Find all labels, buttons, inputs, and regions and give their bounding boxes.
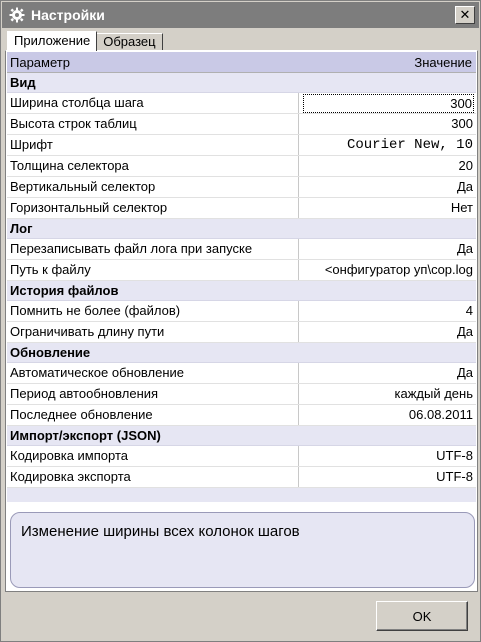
window-title: Настройки xyxy=(31,7,105,23)
description-panel: Изменение ширины всех колонок шагов xyxy=(10,512,475,588)
property-row[interactable]: Ограничивать длину пути Да xyxy=(7,322,476,343)
property-label: Путь к файлу xyxy=(7,260,299,280)
property-row[interactable]: Путь к файлу <онфигуратор уп\cop.log xyxy=(7,260,476,281)
property-row[interactable]: Перезаписывать файл лога при запуске Да xyxy=(7,239,476,260)
property-row[interactable]: Автоматическое обновление Да xyxy=(7,363,476,384)
property-value[interactable]: Нет xyxy=(299,198,476,218)
property-value[interactable]: Да xyxy=(299,177,476,197)
property-value[interactable]: 300 xyxy=(299,114,476,134)
property-row[interactable]: Кодировка экспорта UTF-8 xyxy=(7,467,476,488)
property-value[interactable]: каждый день xyxy=(299,384,476,404)
property-label: Перезаписывать файл лога при запуске xyxy=(7,239,299,259)
section-header[interactable]: Обновление xyxy=(7,343,476,363)
section-header[interactable]: Импорт/экспорт (JSON) xyxy=(7,426,476,446)
section-title: Обновление xyxy=(10,345,91,360)
ok-button[interactable]: OK xyxy=(376,601,468,631)
property-label: Автоматическое обновление xyxy=(7,363,299,383)
gear-icon xyxy=(8,6,26,24)
property-grid: Параметр Значение Вид Ширина столбца шага… xyxy=(7,52,476,502)
column-header-param[interactable]: Параметр xyxy=(7,52,299,72)
description-text: Изменение ширины всех колонок шагов xyxy=(21,523,300,540)
property-value[interactable]: Courier New, 10 xyxy=(299,135,476,155)
tab-strip: Приложение Образец xyxy=(7,31,163,51)
grid-header: Параметр Значение xyxy=(7,52,476,73)
property-label: Ширина столбца шага xyxy=(7,93,299,113)
tab-application[interactable]: Приложение xyxy=(7,31,98,51)
settings-window: Настройки ✕ Приложение Образец Параметр … xyxy=(0,0,481,642)
property-label: Шрифт xyxy=(7,135,299,155)
property-row[interactable]: Период автообновления каждый день xyxy=(7,384,476,405)
property-row[interactable]: Ширина столбца шага 300 xyxy=(7,93,476,114)
property-label: Горизонтальный селектор xyxy=(7,198,299,218)
property-value[interactable]: UTF-8 xyxy=(299,446,476,466)
property-label: Толщина селектора xyxy=(7,156,299,176)
section-header[interactable]: Вид xyxy=(7,73,476,93)
property-row[interactable]: Толщина селектора 20 xyxy=(7,156,476,177)
grid-body: Вид Ширина столбца шага 300 Высота строк та… xyxy=(7,73,476,488)
property-value[interactable]: 300 xyxy=(303,94,474,113)
property-value[interactable]: Да xyxy=(299,363,476,383)
column-header-value[interactable]: Значение xyxy=(299,52,476,72)
property-value[interactable]: UTF-8 xyxy=(299,467,476,487)
section-header[interactable]: Лог xyxy=(7,219,476,239)
property-row[interactable]: Помнить не более (файлов) 4 xyxy=(7,301,476,322)
section-title: История файлов xyxy=(10,283,119,298)
property-value[interactable]: 06.08.2011 xyxy=(299,405,476,425)
property-label: Вертикальный селектор xyxy=(7,177,299,197)
tab-sample[interactable]: Образец xyxy=(96,33,163,51)
property-label: Кодировка импорта xyxy=(7,446,299,466)
tab-panel: Параметр Значение Вид Ширина столбца шага… xyxy=(5,50,478,592)
property-label: Высота строк таблиц xyxy=(7,114,299,134)
title-bar[interactable]: Настройки ✕ xyxy=(2,2,479,28)
property-label: Период автообновления xyxy=(7,384,299,404)
close-button[interactable]: ✕ xyxy=(455,6,475,24)
property-row[interactable]: Высота строк таблиц 300 xyxy=(7,114,476,135)
property-value[interactable]: <онфигуратор уп\cop.log xyxy=(299,260,476,280)
property-row[interactable]: Кодировка импорта UTF-8 xyxy=(7,446,476,467)
property-value[interactable]: Да xyxy=(299,322,476,342)
grid-footer xyxy=(7,488,476,502)
close-icon: ✕ xyxy=(459,7,471,22)
property-label: Кодировка экспорта xyxy=(7,467,299,487)
property-value[interactable]: Да xyxy=(299,239,476,259)
property-row[interactable]: Вертикальный селектор Да xyxy=(7,177,476,198)
property-row[interactable]: Последнее обновление 06.08.2011 xyxy=(7,405,476,426)
section-title: Вид xyxy=(10,75,36,90)
section-title: Импорт/экспорт (JSON) xyxy=(10,428,161,443)
property-label: Ограничивать длину пути xyxy=(7,322,299,342)
property-label: Последнее обновление xyxy=(7,405,299,425)
property-value[interactable]: 20 xyxy=(299,156,476,176)
property-value[interactable]: 4 xyxy=(299,301,476,321)
property-row[interactable]: Горизонтальный селектор Нет xyxy=(7,198,476,219)
property-row[interactable]: Шрифт Courier New, 10 xyxy=(7,135,476,156)
section-header[interactable]: История файлов xyxy=(7,281,476,301)
property-label: Помнить не более (файлов) xyxy=(7,301,299,321)
section-title: Лог xyxy=(10,221,33,236)
